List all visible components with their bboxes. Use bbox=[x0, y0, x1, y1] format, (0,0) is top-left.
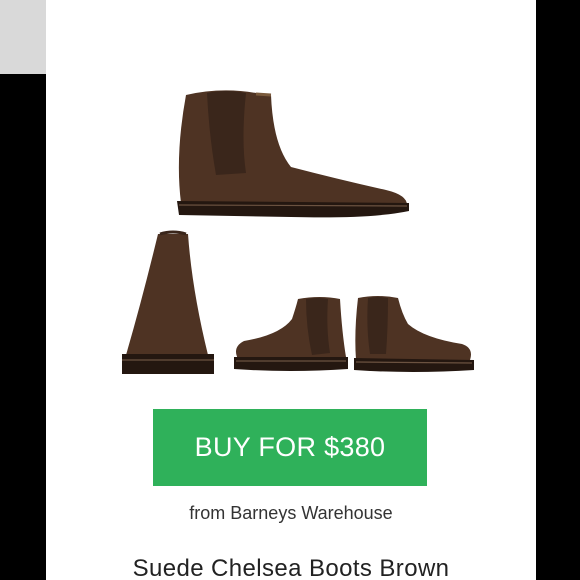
boot-left-side-view bbox=[234, 297, 348, 371]
screen-edge-hint bbox=[0, 0, 46, 74]
boot-rear-view bbox=[122, 230, 214, 374]
seller-text: from Barneys Warehouse bbox=[189, 503, 393, 523]
right-dark-bar bbox=[536, 0, 580, 580]
boot-right-side-view bbox=[354, 296, 474, 372]
boot-side-view bbox=[177, 90, 409, 218]
buy-button[interactable]: BUY FOR $380 bbox=[153, 409, 427, 486]
product-title[interactable]: Suede Chelsea Boots Brown bbox=[46, 555, 536, 580]
left-dark-bar bbox=[0, 0, 46, 580]
product-card: BUY FOR $380 from Barneys Warehouse Sued… bbox=[46, 0, 536, 580]
product-image-gallery[interactable] bbox=[46, 0, 536, 400]
